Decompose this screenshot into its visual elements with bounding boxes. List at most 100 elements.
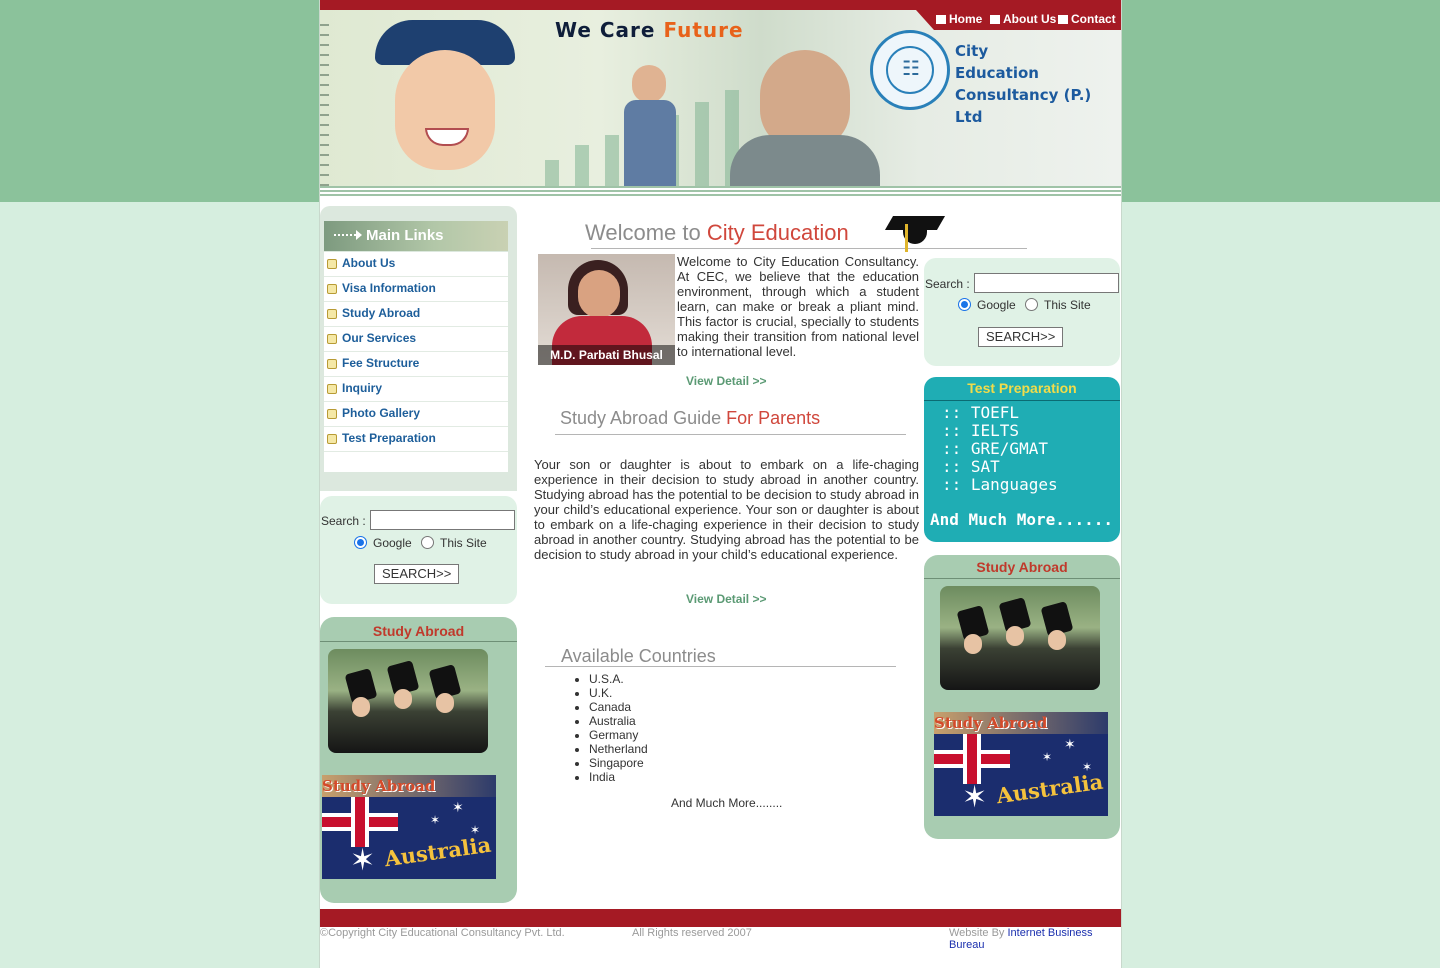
- guide-heading: Study Abroad Guide For Parents: [560, 408, 820, 429]
- bullet-icon: [327, 409, 337, 419]
- test-prep-item[interactable]: :: TOEFL: [942, 404, 1058, 422]
- search-button[interactable]: SEARCH>>: [978, 327, 1064, 347]
- graduates-photo[interactable]: [940, 586, 1100, 690]
- guide-text: Your son or daughter is about to embark …: [534, 457, 919, 562]
- test-prep-more: And Much More......: [930, 510, 1114, 529]
- sidebar-link-inquiry[interactable]: Inquiry: [342, 381, 382, 395]
- footer-rights: All Rights reserved 2007: [632, 927, 752, 939]
- child-image: [620, 65, 680, 190]
- top-nav: Home About Us Contact: [916, 10, 1121, 30]
- test-prep-item[interactable]: :: IELTS: [942, 422, 1058, 440]
- graduates-photo[interactable]: [328, 649, 488, 753]
- star-icon: ✶: [452, 799, 464, 815]
- site-header: We Care Future Home About Us Contact ☷ C…: [320, 0, 1121, 196]
- star-icon: ✶: [1064, 736, 1076, 752]
- australia-flag-banner[interactable]: Study Abroad ✶ ✶ ✶ ✶ Australia: [934, 712, 1108, 816]
- sidebar-link-services[interactable]: Our Services: [342, 331, 416, 345]
- right-study-abroad-box: Study Abroad Study Abroad ✶ ✶ ✶ ✶ Austra…: [924, 555, 1120, 839]
- bullet-icon: [327, 384, 337, 394]
- nav-contact[interactable]: Contact: [1058, 12, 1116, 26]
- grad-face: [1006, 626, 1024, 646]
- radio-this-site-label: This Site: [1044, 298, 1091, 312]
- test-prep-divider: [924, 400, 1120, 401]
- bullet-icon: [327, 259, 337, 269]
- sidebar-item-test-prep: Test Preparation: [324, 427, 508, 452]
- graduation-cap-icon: [884, 210, 946, 254]
- countries-more: And Much More........: [671, 796, 783, 810]
- country-item: U.S.A.: [589, 672, 648, 686]
- bar: [695, 102, 709, 190]
- star-icon: ✶: [430, 813, 441, 827]
- radio-button[interactable]: [421, 536, 434, 549]
- nav-home[interactable]: Home: [936, 12, 982, 26]
- director-portrait: M.D. Parbati Bhusal: [538, 254, 675, 365]
- union-jack: [322, 797, 398, 847]
- radio-google[interactable]: Google: [354, 536, 412, 550]
- radio-this-site[interactable]: This Site: [421, 536, 487, 550]
- guide-heading-plain: Study Abroad Guide: [560, 408, 722, 428]
- grad-face: [394, 689, 412, 709]
- sidebar-link-visa[interactable]: Visa Information: [342, 281, 436, 295]
- portrait-name: M.D. Parbati Bhusal: [538, 345, 675, 365]
- search-input[interactable]: [974, 273, 1119, 293]
- sidebar-link-test-prep[interactable]: Test Preparation: [342, 431, 436, 445]
- guide-view-detail-link[interactable]: View Detail >>: [686, 592, 767, 606]
- countries-list: U.S.A. U.K. Canada Australia Germany Net…: [573, 672, 648, 784]
- sidebar-link-study-abroad[interactable]: Study Abroad: [342, 306, 420, 320]
- radio-google[interactable]: Google: [958, 298, 1016, 312]
- bullet-icon: [327, 309, 337, 319]
- country-item: Australia: [589, 714, 648, 728]
- radio-this-site[interactable]: This Site: [1025, 298, 1091, 312]
- logo-inner: ☷: [886, 46, 934, 94]
- test-prep-list: :: TOEFL :: IELTS :: GRE/GMAT :: SAT :: …: [942, 404, 1058, 494]
- sidebar-item-services: Our Services: [324, 327, 508, 352]
- main-links-header: Main Links: [324, 221, 508, 251]
- sidebar-link-gallery[interactable]: Photo Gallery: [342, 406, 420, 420]
- countries-heading: Available Countries: [561, 646, 716, 666]
- search-input[interactable]: [370, 510, 515, 530]
- nav-contact-label: Contact: [1071, 12, 1116, 26]
- portrait-face: [578, 270, 620, 318]
- guide-underline: [555, 434, 906, 435]
- radio-button[interactable]: [354, 536, 367, 549]
- country-item: India: [589, 770, 648, 784]
- test-prep-item[interactable]: :: GRE/GMAT: [942, 440, 1058, 458]
- nav-about-us[interactable]: About Us: [990, 12, 1056, 26]
- nav-home-label: Home: [949, 12, 983, 26]
- australia-flag-banner[interactable]: Study Abroad ✶ ✶ ✶ ✶ Australia: [322, 775, 496, 879]
- left-study-abroad-box: Study Abroad Study Abroad ✶ ✶ ✶ ✶ Austra…: [320, 617, 517, 903]
- grad-face: [352, 697, 370, 717]
- footer-website-by: Website By: [949, 927, 1005, 939]
- welcome-heading-plain: Welcome to: [585, 220, 701, 245]
- radio-button[interactable]: [1025, 298, 1038, 311]
- header-red-bar: [320, 0, 1121, 10]
- star-icon: ✶: [962, 781, 988, 814]
- test-prep-item[interactable]: :: Languages: [942, 476, 1058, 494]
- main-links-box: Main Links About Us Visa Information Stu…: [320, 206, 517, 491]
- sidebar-item-fee: Fee Structure: [324, 352, 508, 377]
- bar: [605, 135, 619, 190]
- graduate-girl-image: [355, 20, 525, 190]
- country-item: Germany: [589, 728, 648, 742]
- grad-face: [1048, 630, 1066, 650]
- test-prep-title: Test Preparation: [967, 380, 1077, 396]
- page-container: We Care Future Home About Us Contact ☷ C…: [319, 0, 1122, 968]
- sidebar-item-visa: Visa Information: [324, 277, 508, 302]
- sidebar-link-fee[interactable]: Fee Structure: [342, 356, 419, 370]
- union-jack: [934, 734, 1010, 784]
- welcome-heading: Welcome to City Education: [585, 220, 849, 246]
- bullet-icon: [327, 334, 337, 344]
- search-button[interactable]: SEARCH>>: [374, 564, 460, 584]
- welcome-heading-accent: City Education: [706, 220, 849, 245]
- study-abroad-title: Study Abroad: [372, 623, 465, 639]
- sidebar-link-about-us[interactable]: About Us: [342, 256, 395, 270]
- welcome-view-detail-link[interactable]: View Detail >>: [686, 374, 767, 388]
- slogan-word1: We Care: [555, 18, 656, 42]
- country-item: Canada: [589, 700, 648, 714]
- slogan-word2: Future: [663, 18, 744, 42]
- radio-button[interactable]: [958, 298, 971, 311]
- test-prep-item[interactable]: :: SAT: [942, 458, 1058, 476]
- bullet-icon: [327, 284, 337, 294]
- father-image: [730, 50, 880, 196]
- ruler-ticks: [320, 24, 329, 194]
